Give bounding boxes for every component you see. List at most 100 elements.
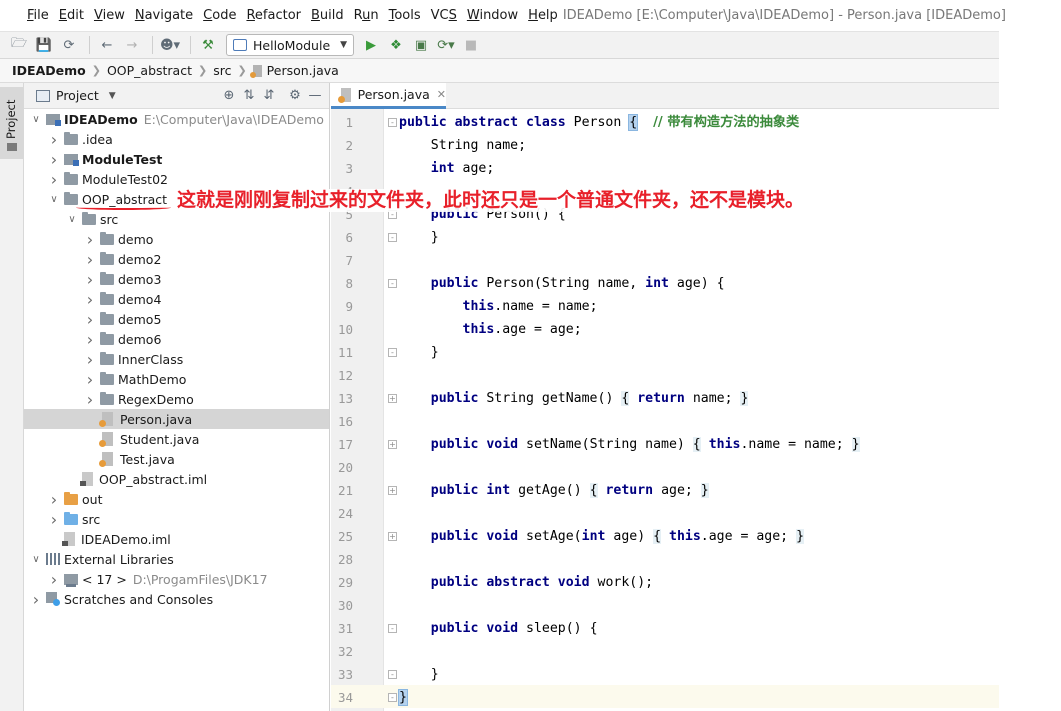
fold-expand-icon[interactable]: +	[388, 394, 397, 403]
run-configuration-dropdown[interactable]: HelloModule ▼	[226, 34, 354, 56]
code-line[interactable]: this.name = name;	[399, 295, 598, 318]
fold-collapse-icon[interactable]: -	[388, 693, 397, 702]
breadcrumb-item-project[interactable]: IDEADemo	[12, 63, 86, 78]
chevron-right-icon[interactable]: ›	[84, 370, 96, 389]
code-line[interactable]: public String getName() { return name; }	[399, 387, 749, 410]
code-line[interactable]: public void setAge(int age) { this.age =…	[399, 525, 805, 548]
back-arrow-icon[interactable]: ←	[96, 34, 118, 56]
chevron-right-icon[interactable]: ›	[84, 250, 96, 269]
fold-collapse-icon[interactable]: -	[388, 624, 397, 633]
tree-item[interactable]: ·Person.java	[24, 409, 329, 429]
chevron-right-icon[interactable]: ›	[48, 150, 60, 169]
code-line[interactable]: this.age = age;	[399, 318, 582, 341]
chevron-right-icon[interactable]: ›	[84, 390, 96, 409]
chevron-right-icon[interactable]: ›	[84, 350, 96, 369]
tree-item[interactable]: › Scratches and Consoles	[24, 589, 329, 609]
code-line[interactable]: public Person(String name, int age) {	[399, 272, 725, 295]
code-line[interactable]: }	[398, 686, 408, 709]
breadcrumb-item-file[interactable]: Person.java	[267, 63, 339, 78]
breadcrumb-item-module[interactable]: OOP_abstract	[107, 63, 192, 78]
fold-expand-icon[interactable]: +	[388, 486, 397, 495]
tree-item[interactable]: › demo2	[24, 249, 329, 269]
tree-item[interactable]: ·OOP_abstract.iml	[24, 469, 329, 489]
fold-collapse-icon[interactable]: -	[388, 279, 397, 288]
project-tool-window-tab[interactable]: Project	[0, 87, 23, 159]
chevron-right-icon[interactable]: ›	[48, 510, 60, 529]
close-icon[interactable]: ✕	[437, 88, 446, 101]
tab-person-java[interactable]: Person.java ✕	[331, 83, 446, 109]
menu-view[interactable]: View	[89, 0, 130, 31]
menu-window[interactable]: Window	[462, 0, 523, 31]
fold-expand-icon[interactable]: +	[388, 532, 397, 541]
save-icon[interactable]: 💾	[33, 34, 55, 56]
chevron-down-icon[interactable]: ∨	[30, 554, 42, 565]
stop-icon[interactable]: ■	[460, 34, 482, 56]
fold-expand-icon[interactable]: +	[388, 440, 397, 449]
breadcrumb-item-folder[interactable]: src	[213, 63, 231, 78]
gear-icon[interactable]: ⚙	[285, 88, 305, 103]
code-line[interactable]: String name;	[399, 134, 526, 157]
run-icon[interactable]: ▶	[360, 34, 382, 56]
fold-collapse-icon[interactable]: -	[388, 670, 397, 679]
chevron-down-icon[interactable]: ∨	[66, 214, 78, 225]
build-hammer-icon[interactable]: ⚒	[197, 34, 219, 56]
menu-code[interactable]: Code	[198, 0, 241, 31]
tree-item[interactable]: › .idea	[24, 129, 329, 149]
code-line[interactable]: }	[399, 226, 439, 249]
code-line[interactable]: int age;	[399, 157, 495, 180]
menu-tools[interactable]: Tools	[384, 0, 426, 31]
chevron-down-icon[interactable]: ▼	[109, 91, 116, 101]
tree-item[interactable]: ·Student.java	[24, 429, 329, 449]
user-dropdown-icon[interactable]: ☻▾	[159, 34, 181, 56]
chevron-right-icon[interactable]: ›	[84, 230, 96, 249]
menu-vcs[interactable]: VCS	[426, 0, 462, 31]
debug-bug-icon[interactable]: ❖	[385, 34, 407, 56]
sync-icon[interactable]: ⟳	[58, 34, 80, 56]
expand-all-icon[interactable]: ⇅	[239, 88, 259, 103]
tree-item[interactable]: › demo6	[24, 329, 329, 349]
code-line[interactable]: public abstract class Person { // 带有构造方法…	[399, 111, 799, 134]
tree-item[interactable]: › demo4	[24, 289, 329, 309]
tree-item[interactable]: › ModuleTest	[24, 149, 329, 169]
code-line[interactable]: public int getAge() { return age; }	[399, 479, 709, 502]
tree-item[interactable]: › src	[24, 509, 329, 529]
code-line[interactable]: public void setName(String name) { this.…	[399, 433, 860, 456]
tree-item[interactable]: › MathDemo	[24, 369, 329, 389]
chevron-right-icon[interactable]: ›	[48, 490, 60, 509]
fold-collapse-icon[interactable]: -	[388, 233, 397, 242]
tree-item[interactable]: › InnerClass	[24, 349, 329, 369]
code-line[interactable]: public void sleep() {	[399, 617, 598, 640]
locate-file-icon[interactable]: ⊕	[219, 88, 239, 103]
project-view-selector[interactable]: Project	[56, 88, 99, 103]
chevron-down-icon[interactable]: ∨	[30, 114, 42, 125]
tree-item[interactable]: ∨ src	[24, 209, 329, 229]
chevron-right-icon[interactable]: ›	[84, 310, 96, 329]
menu-help[interactable]: Help	[523, 0, 563, 31]
forward-arrow-icon[interactable]: →	[121, 34, 143, 56]
tree-item[interactable]: › RegexDemo	[24, 389, 329, 409]
chevron-right-icon[interactable]: ›	[84, 330, 96, 349]
hide-panel-icon[interactable]: —	[305, 88, 325, 103]
code-line[interactable]: }	[399, 341, 439, 364]
tree-item[interactable]: › demo3	[24, 269, 329, 289]
chevron-right-icon[interactable]: ›	[30, 590, 42, 609]
chevron-down-icon[interactable]: ∨	[48, 194, 60, 205]
coverage-icon[interactable]: ▣	[410, 34, 432, 56]
chevron-right-icon[interactable]: ›	[48, 170, 60, 189]
tree-item[interactable]: ∨ External Libraries	[24, 549, 329, 569]
tree-item[interactable]: › demo	[24, 229, 329, 249]
tree-item[interactable]: ·Test.java	[24, 449, 329, 469]
open-folder-icon[interactable]: 🗁	[8, 34, 30, 56]
chevron-right-icon[interactable]: ›	[84, 290, 96, 309]
tree-item[interactable]: › demo5	[24, 309, 329, 329]
tree-item[interactable]: › out	[24, 489, 329, 509]
chevron-right-icon[interactable]: ›	[48, 570, 60, 589]
menu-refactor[interactable]: Refactor	[241, 0, 306, 31]
tree-item[interactable]: › ModuleTest02	[24, 169, 329, 189]
menu-file[interactable]: File	[22, 0, 54, 31]
chevron-right-icon[interactable]: ›	[84, 270, 96, 289]
tree-item[interactable]: ·IDEADemo.iml	[24, 529, 329, 549]
chevron-right-icon[interactable]: ›	[48, 130, 60, 149]
menu-navigate[interactable]: Navigate	[130, 0, 198, 31]
code-line[interactable]: public abstract void work();	[399, 571, 653, 594]
